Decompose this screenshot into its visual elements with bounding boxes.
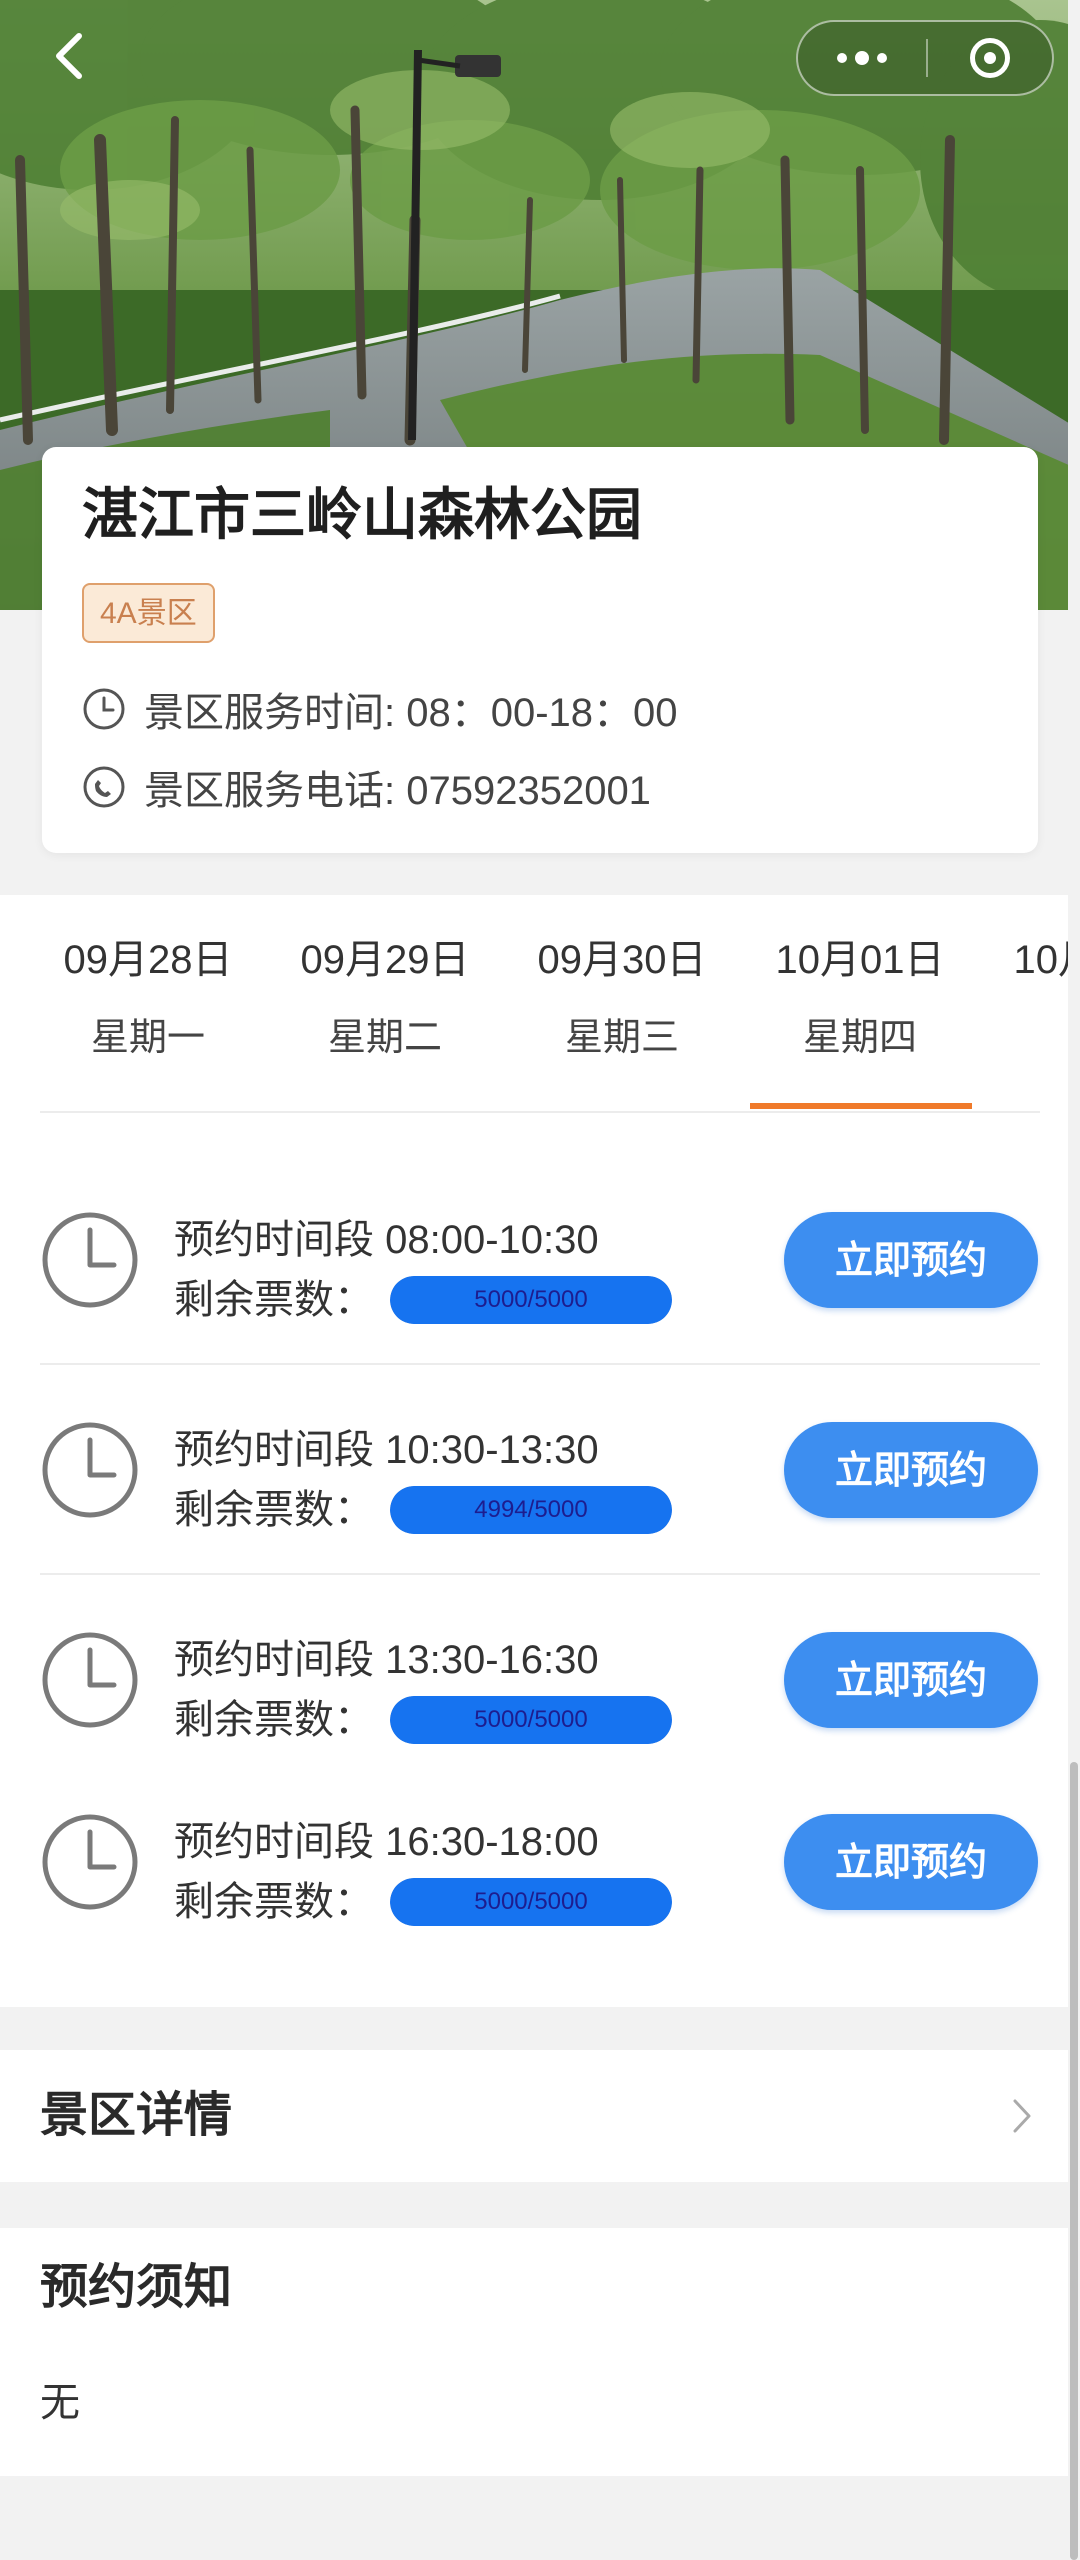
miniprogram-capsule bbox=[796, 20, 1054, 96]
date-tab-date: 09月29日 bbox=[300, 938, 470, 982]
slot-time-label: 预约时间段 13:30-16:30 bbox=[174, 1638, 599, 1682]
remaining-tickets-bar: 4994/5000 bbox=[390, 1486, 672, 1534]
park-level-tag: 4A景区 bbox=[82, 583, 215, 643]
time-slot: 预约时间段 16:30-18:00 剩余票数： 5000/5000 立即预约 bbox=[40, 1757, 1038, 1967]
time-slot: 预约时间段 10:30-13:30 剩余票数： 4994/5000 立即预约 bbox=[40, 1365, 1040, 1575]
park-info-card: 湛江市三岭山森林公园 4A景区 景区服务时间: 08：00-18：00 景区服务… bbox=[42, 447, 1038, 853]
date-tab-date: 09月30日 bbox=[537, 938, 707, 982]
remaining-tickets-row: 剩余票数： 4994/5000 bbox=[174, 1485, 672, 1535]
chevron-right-icon bbox=[1013, 2099, 1031, 2133]
date-tab-date: 10月01日 bbox=[775, 938, 945, 982]
booking-notice-section: 预约须知 无 bbox=[0, 2228, 1068, 2476]
remaining-tickets-count: 5000/5000 bbox=[474, 1888, 588, 1915]
clock-icon bbox=[42, 1212, 138, 1308]
tabs-divider bbox=[40, 1111, 1040, 1113]
remaining-tickets-label: 剩余票数： bbox=[174, 1880, 374, 1924]
remaining-tickets-label: 剩余票数： bbox=[174, 1278, 374, 1322]
date-tab[interactable]: 09月30日 星期三 bbox=[512, 935, 732, 1063]
more-dots-icon bbox=[837, 53, 847, 63]
park-name: 湛江市三岭山森林公园 bbox=[82, 483, 642, 546]
book-now-button[interactable]: 立即预约 bbox=[784, 1422, 1038, 1518]
service-phone-row[interactable]: 景区服务电话: 07592352001 bbox=[82, 757, 998, 817]
remaining-tickets-bar: 5000/5000 bbox=[390, 1878, 672, 1926]
clock-icon bbox=[42, 1632, 138, 1728]
close-miniprogram-button[interactable] bbox=[928, 22, 1052, 94]
clock-icon bbox=[42, 1814, 138, 1910]
remaining-tickets-label: 剩余票数： bbox=[174, 1488, 374, 1532]
slot-time-label: 预约时间段 08:00-10:30 bbox=[174, 1218, 599, 1262]
slot-time-label: 预约时间段 10:30-13:30 bbox=[174, 1428, 599, 1472]
date-tab-date: 09月28日 bbox=[63, 938, 233, 982]
more-menu-button[interactable] bbox=[798, 22, 926, 94]
booking-notice-title: 预约须知 bbox=[40, 2261, 233, 2314]
booking-notice-content: 无 bbox=[40, 2381, 80, 2425]
date-tabs: 09月28日 星期一 09月29日 星期二 09月30日 星期三 10月01日 … bbox=[0, 895, 1068, 1113]
scrollbar-thumb[interactable] bbox=[1070, 1762, 1078, 2560]
date-tab[interactable]: 09月29日 星期二 bbox=[275, 935, 495, 1063]
slot-time-label: 预约时间段 16:30-18:00 bbox=[174, 1820, 599, 1864]
remaining-tickets-label: 剩余票数： bbox=[174, 1698, 374, 1742]
remaining-tickets-row: 剩余票数： 5000/5000 bbox=[174, 1877, 672, 1927]
date-tab-date: 10月02日 bbox=[1013, 938, 1069, 982]
remaining-tickets-bar: 5000/5000 bbox=[390, 1276, 672, 1324]
selected-tab-indicator bbox=[750, 1103, 972, 1109]
time-slot: 预约时间段 08:00-10:30 剩余票数： 5000/5000 立即预约 bbox=[40, 1155, 1040, 1365]
remaining-tickets-count: 5000/5000 bbox=[474, 1286, 588, 1313]
phone-icon bbox=[83, 766, 125, 808]
date-tab-selected[interactable]: 10月01日 星期四 bbox=[750, 935, 970, 1063]
service-hours-text: 景区服务时间: 08：00-18：00 bbox=[144, 691, 678, 735]
service-phone-text: 景区服务电话: 07592352001 bbox=[144, 769, 651, 813]
book-now-button[interactable]: 立即预约 bbox=[784, 1212, 1038, 1308]
book-now-button[interactable]: 立即预约 bbox=[784, 1632, 1038, 1728]
chevron-left-icon bbox=[56, 33, 82, 79]
time-slot: 预约时间段 13:30-16:30 剩余票数： 5000/5000 立即预约 bbox=[40, 1575, 1038, 1785]
remaining-tickets-row: 剩余票数： 5000/5000 bbox=[174, 1275, 672, 1325]
target-circle-icon bbox=[970, 38, 1010, 78]
booking-panel: 09月28日 星期一 09月29日 星期二 09月30日 星期三 10月01日 … bbox=[0, 895, 1068, 2007]
clock-icon bbox=[83, 688, 125, 730]
date-tab[interactable]: 09月28日 星期一 bbox=[38, 935, 258, 1063]
back-button[interactable] bbox=[40, 26, 96, 86]
service-hours-row: 景区服务时间: 08：00-18：00 bbox=[82, 679, 998, 739]
date-tab-weekday: 星期一 bbox=[90, 1017, 205, 1059]
remaining-tickets-row: 剩余票数： 5000/5000 bbox=[174, 1695, 672, 1745]
remaining-tickets-count: 5000/5000 bbox=[474, 1706, 588, 1733]
date-tab-weekday: 星期四 bbox=[802, 1017, 917, 1059]
remaining-tickets-bar: 5000/5000 bbox=[390, 1696, 672, 1744]
date-tab-weekday: 星期三 bbox=[564, 1017, 679, 1059]
date-tab[interactable]: 10月02日 bbox=[988, 935, 1069, 1013]
date-tab-weekday: 星期二 bbox=[327, 1017, 442, 1059]
scenic-details-row[interactable]: 景区详情 bbox=[0, 2050, 1068, 2182]
scenic-details-title: 景区详情 bbox=[40, 2089, 233, 2142]
clock-icon bbox=[42, 1422, 138, 1518]
remaining-tickets-count: 4994/5000 bbox=[474, 1496, 588, 1523]
book-now-button[interactable]: 立即预约 bbox=[784, 1814, 1038, 1910]
